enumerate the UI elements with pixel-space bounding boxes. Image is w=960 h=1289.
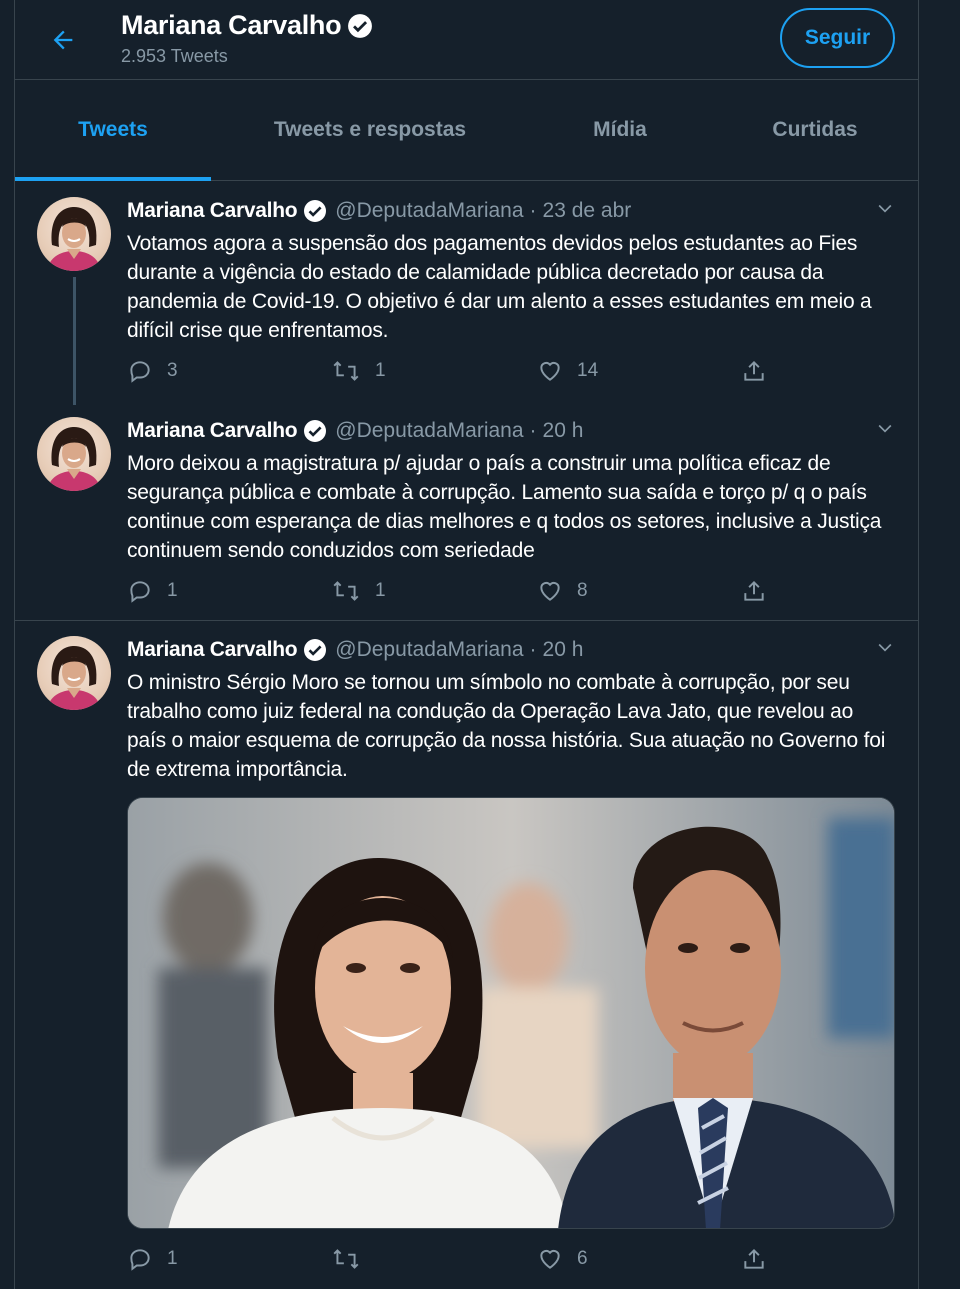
author-handle[interactable]: @DeputadaMariana — [335, 419, 523, 443]
photo-image — [128, 798, 894, 1228]
tab-tweets[interactable]: Tweets — [15, 80, 211, 180]
tweet-actions: 1 6 — [127, 1244, 887, 1274]
like-count: 14 — [577, 360, 599, 381]
verified-badge-icon — [303, 419, 327, 443]
heart-icon — [540, 361, 560, 381]
share-button[interactable] — [741, 356, 767, 386]
author-name[interactable]: Mariana Carvalho — [127, 199, 298, 223]
author-name[interactable]: Mariana Carvalho — [127, 419, 298, 443]
share-icon — [744, 1248, 764, 1269]
profile-header: Mariana Carvalho 2.953 Tweets Seguir — [15, 0, 918, 80]
author-name[interactable]: Mariana Carvalho — [127, 638, 298, 662]
retweet-icon — [333, 581, 359, 601]
retweet-icon — [333, 361, 359, 381]
separator: · — [529, 419, 537, 442]
tweet-header: Mariana Carvalho @DeputadaMariana · 23 d… — [127, 199, 631, 223]
tweet-actions: 3 1 14 — [127, 356, 887, 386]
reply-icon — [130, 1249, 150, 1271]
tweet-time[interactable]: 20 h — [543, 419, 584, 443]
thread-connector — [73, 277, 76, 405]
reply-button[interactable]: 1 — [127, 1244, 178, 1274]
chevron-down-icon — [878, 643, 892, 652]
reply-count: 1 — [167, 580, 178, 601]
tweet-time[interactable]: 20 h — [543, 638, 584, 662]
tweet-text: O ministro Sérgio Moro se tornou um símb… — [127, 671, 886, 781]
chevron-down-icon — [878, 204, 892, 213]
chevron-down-icon — [878, 424, 892, 433]
reply-button[interactable]: 1 — [127, 576, 178, 606]
share-button[interactable] — [741, 576, 767, 606]
tweet-count: 2.953 Tweets — [121, 46, 228, 66]
separator: · — [529, 638, 537, 661]
reply-count: 1 — [167, 1248, 178, 1269]
header-title: Mariana Carvalho — [121, 10, 373, 41]
reply-button[interactable]: 3 — [127, 356, 178, 386]
tweet[interactable]: Mariana Carvalho @DeputadaMariana · 23 d… — [15, 181, 918, 405]
retweet-button[interactable]: 1 — [331, 356, 386, 386]
share-icon — [744, 580, 764, 601]
back-button[interactable] — [45, 22, 81, 58]
tab-media[interactable]: Mídia — [555, 80, 685, 180]
verified-badge-icon — [303, 638, 327, 662]
tweet-header: Mariana Carvalho @DeputadaMariana · 20 h — [127, 419, 583, 443]
avatar[interactable] — [37, 636, 111, 710]
retweet-icon — [333, 1249, 359, 1269]
tweet-text: Moro deixou a magistratura p/ ajudar o p… — [127, 452, 882, 562]
reply-count: 3 — [167, 360, 178, 381]
verified-badge-icon — [347, 13, 373, 39]
like-button[interactable]: 14 — [537, 356, 598, 386]
share-button[interactable] — [741, 1244, 767, 1274]
retweet-count: 1 — [375, 360, 386, 381]
retweet-button[interactable] — [331, 1244, 375, 1274]
tweet-menu-button[interactable] — [873, 416, 897, 440]
tweet-menu-button[interactable] — [873, 196, 897, 220]
separator: · — [529, 199, 537, 222]
author-handle[interactable]: @DeputadaMariana — [335, 638, 523, 662]
avatar[interactable] — [37, 197, 111, 271]
like-count: 6 — [577, 1248, 588, 1269]
follow-button[interactable]: Seguir — [780, 8, 895, 68]
tab-tweets-and-replies[interactable]: Tweets e respostas — [225, 80, 515, 180]
tab-likes[interactable]: Curtidas — [745, 80, 885, 180]
tweet-time[interactable]: 23 de abr — [543, 199, 632, 223]
share-icon — [744, 360, 764, 381]
like-button[interactable]: 6 — [537, 1244, 588, 1274]
tweet-header: Mariana Carvalho @DeputadaMariana · 20 h — [127, 638, 583, 662]
reply-icon — [130, 361, 150, 383]
like-button[interactable]: 8 — [537, 576, 588, 606]
timeline-column: Mariana Carvalho 2.953 Tweets Seguir Twe… — [14, 0, 919, 1289]
heart-icon — [540, 1249, 560, 1269]
arrow-left-icon — [53, 30, 73, 50]
heart-icon — [540, 581, 560, 601]
like-count: 8 — [577, 580, 588, 601]
tweet-actions: 1 1 8 — [127, 576, 887, 606]
tweet-menu-button[interactable] — [873, 635, 897, 659]
retweet-button[interactable]: 1 — [331, 576, 386, 606]
tweet-media-photo[interactable] — [127, 797, 895, 1229]
avatar[interactable] — [37, 417, 111, 491]
tweet-text: Votamos agora a suspensão dos pagamentos… — [127, 232, 872, 342]
retweet-count: 1 — [375, 580, 386, 601]
verified-badge-icon — [303, 199, 327, 223]
profile-tabs: Tweets Tweets e respostas Mídia Curtidas — [15, 80, 918, 181]
reply-icon — [130, 581, 150, 603]
profile-name: Mariana Carvalho — [121, 10, 342, 40]
tweet[interactable]: Mariana Carvalho @DeputadaMariana · 20 h… — [15, 401, 918, 620]
author-handle[interactable]: @DeputadaMariana — [335, 199, 523, 223]
